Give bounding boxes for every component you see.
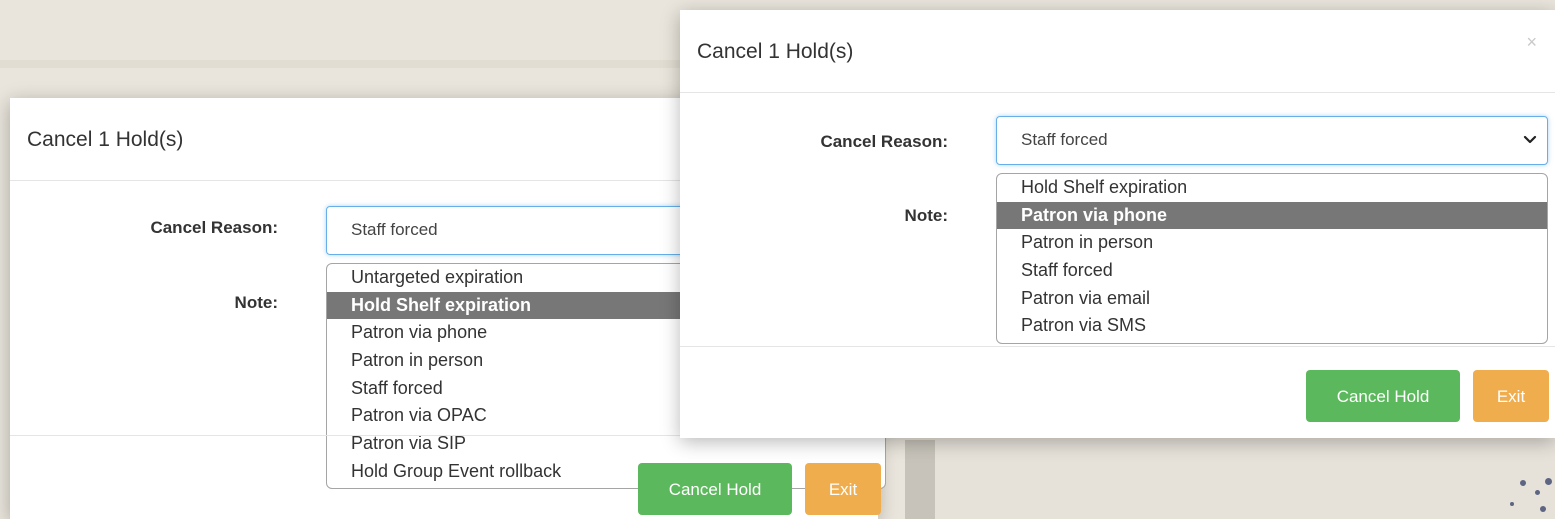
background-panel [905, 440, 1555, 519]
exit-button[interactable]: Exit [1473, 370, 1549, 422]
select-value: Staff forced [351, 220, 438, 239]
cancel-hold-dialog-front: Cancel 1 Hold(s) × Cancel Reason: Staff … [680, 10, 1555, 438]
note-label: Note: [904, 206, 948, 225]
option-patron-via-sms[interactable]: Patron via SMS [997, 312, 1547, 340]
exit-button[interactable]: Exit [805, 463, 881, 515]
cancel-reason-options: Hold Shelf expiration Patron via phone P… [996, 173, 1548, 344]
close-icon[interactable]: × [1526, 32, 1537, 53]
background-strip [905, 440, 935, 519]
cancel-hold-button[interactable]: Cancel Hold [638, 463, 792, 515]
dialog-footer-divider [680, 346, 1555, 347]
cancel-reason-label: Cancel Reason: [820, 132, 948, 151]
cancel-reason-label: Cancel Reason: [150, 218, 278, 237]
dialog-title: Cancel 1 Hold(s) [697, 40, 854, 63]
option-patron-via-phone[interactable]: Patron via phone [997, 201, 1547, 230]
select-value: Staff forced [1021, 130, 1108, 149]
option-hold-group-event-rollback[interactable]: Hold Group Event rollback [327, 458, 885, 486]
option-hold-shelf-expiration[interactable]: Hold Shelf expiration [997, 174, 1547, 202]
cancel-reason-select[interactable]: Staff forced [996, 116, 1548, 165]
note-label: Note: [234, 293, 278, 312]
dialog-header: Cancel 1 Hold(s) × [680, 10, 1555, 93]
dialog-title: Cancel 1 Hold(s) [27, 128, 184, 151]
option-staff-forced[interactable]: Staff forced [997, 257, 1547, 285]
option-patron-via-email[interactable]: Patron via email [997, 285, 1547, 313]
background-dots [1490, 470, 1555, 519]
option-patron-in-person[interactable]: Patron in person [997, 229, 1547, 257]
cancel-hold-button[interactable]: Cancel Hold [1306, 370, 1460, 422]
